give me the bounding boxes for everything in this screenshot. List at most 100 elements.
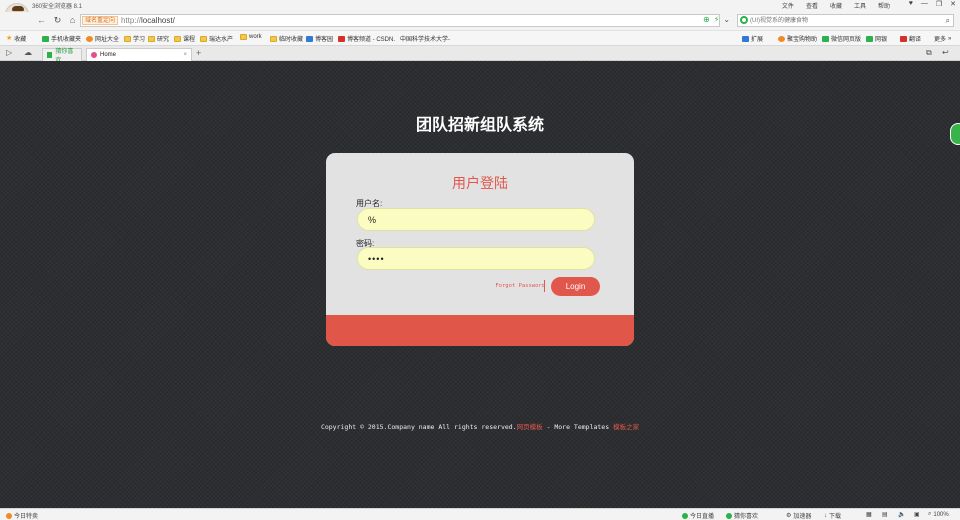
globe-icon <box>86 35 93 42</box>
deals-icon <box>6 512 12 519</box>
status-tool-3-icon[interactable]: ▣ <box>914 511 920 518</box>
bookmark-bank[interactable]: 网银 <box>866 34 887 43</box>
minimize-icon[interactable]: — <box>921 0 928 8</box>
url-text[interactable]: http://localhost/ <box>121 16 175 25</box>
template-link[interactable]: 网页模板 <box>517 423 543 431</box>
tab-recommend[interactable]: 猜你喜欢 <box>42 48 82 64</box>
browser-title: 360安全浏览器 8.1 <box>32 4 83 10</box>
bookmark-cnblogs[interactable]: 博客园 <box>306 34 333 43</box>
forgot-password-link[interactable]: Forgot Password <box>495 283 545 289</box>
url-scheme: http:// <box>121 16 142 25</box>
tab-bar: ▷ ☁ 猜你喜欢 Home × + ⧉ ↩ <box>0 45 960 64</box>
zoom-icon: ⌕ <box>928 511 932 517</box>
status-live[interactable]: 今日直播 <box>682 511 714 520</box>
url-host: localhost/ <box>141 16 175 25</box>
bookmark-courses[interactable]: 课程 <box>174 34 195 43</box>
menu-tools[interactable]: 工具 <box>854 1 866 10</box>
tab-close-icon[interactable]: × <box>183 52 187 58</box>
status-accelerator[interactable]: ⚙ 加速器 <box>786 511 811 520</box>
copyright: Copyright © 2015.Company name All rights… <box>0 421 960 431</box>
username-field[interactable] <box>357 208 595 231</box>
tab-home[interactable]: Home × <box>86 48 192 61</box>
bookmark-csdn[interactable]: 博客频道 - CSDN. <box>338 34 395 43</box>
refresh-icon[interactable]: ↻ <box>52 15 63 26</box>
search-icon[interactable]: ⌕ <box>946 16 950 26</box>
back-arrow-icon[interactable]: ← <box>36 15 47 26</box>
status-tool-2-icon[interactable]: ▤ <box>882 511 888 518</box>
bookmark-study[interactable]: 学习 <box>124 34 145 43</box>
bookmark-wechat[interactable]: 微信网页版 <box>822 34 861 43</box>
folder-icon <box>200 35 207 42</box>
shop-icon <box>778 35 785 42</box>
copyright-mid: - More Templates <box>542 423 614 431</box>
status-recommend[interactable]: 猜你喜欢 <box>726 511 758 520</box>
login-card: 用户登陆 用户名: 密码: Forgot Password Login <box>326 153 634 346</box>
page-title: 团队招新组队系统 <box>415 115 544 134</box>
accelerator-icon: ⚙ <box>786 513 792 519</box>
window-controls: ♥ — ❐ ✕ <box>909 0 956 8</box>
bookmark-ustc[interactable]: 中国科学技术大学- <box>400 34 450 101</box>
folder-icon <box>270 35 277 42</box>
status-download[interactable]: ↓ 下载 <box>824 511 841 520</box>
cloud-icon[interactable]: ☁ <box>24 48 32 57</box>
web-page: 团队招新组队系统 用户登陆 用户名: 密码: Forgot Password L… <box>0 61 960 508</box>
extension-icon <box>742 35 749 42</box>
template-home-link[interactable]: 模板之家 <box>613 423 639 431</box>
bookmark-temp[interactable]: 临时收藏 <box>270 34 303 43</box>
folder-icon <box>240 34 247 40</box>
bank-icon <box>866 35 873 42</box>
undo-close-icon[interactable]: ↩ <box>942 48 949 57</box>
sound-icon[interactable]: 🔈 <box>898 511 905 518</box>
folder-icon <box>174 35 181 42</box>
wechat-icon <box>822 35 829 42</box>
address-tools: ⊕ ⚡ ⌄ <box>703 15 730 24</box>
menu-favorites[interactable]: 收藏 <box>830 1 842 10</box>
sidebar-toggle-icon[interactable]: ▷ <box>6 48 12 57</box>
bookmark-mobile[interactable]: 手机收藏夹 <box>42 34 81 43</box>
status-bar: 今日特卖 今日直播 猜你喜欢 ⚙ 加速器 ↓ 下载 ▦ ▤ 🔈 ▣ ⌕ 100% <box>0 508 960 520</box>
login-heading: 用户登陆 <box>452 175 508 191</box>
menu-file[interactable]: 文件 <box>782 1 794 10</box>
chevron-down-icon[interactable]: ⌄ <box>723 15 730 24</box>
secure-plus-icon[interactable]: ⊕ <box>703 15 710 24</box>
blog-icon <box>306 35 313 42</box>
bookmarks-bar: ★ 收藏 手机收藏夹 网址大全 学习 研究 课程 瑞达水产 work 临时收藏 博… <box>0 30 960 101</box>
close-icon[interactable]: ✕ <box>950 0 956 8</box>
status-tool-1-icon[interactable]: ▦ <box>866 511 872 518</box>
zoom-level[interactable]: ⌕ 100% <box>928 511 949 518</box>
menu-help[interactable]: 帮助 <box>878 1 890 10</box>
more-icon: » <box>948 35 952 42</box>
bookmark-translate[interactable]: 翻译 <box>900 34 921 43</box>
floating-widget-icon[interactable] <box>950 123 960 145</box>
phone-icon <box>42 35 49 42</box>
bookmark-shopping[interactable]: 聚宝购物助 <box>778 34 817 43</box>
bookmark-extensions[interactable]: 扩展 <box>742 34 763 43</box>
bookmark-sites[interactable]: 网址大全 <box>86 34 119 43</box>
folder-icon <box>148 35 155 42</box>
menu-view[interactable]: 查看 <box>806 1 818 10</box>
bookmark-ruida[interactable]: 瑞达水产 <box>200 34 233 43</box>
folder-icon <box>124 35 131 42</box>
translate-icon <box>900 35 907 42</box>
status-daily-deals[interactable]: 今日特卖 <box>6 511 38 520</box>
home-icon[interactable]: ⌂ <box>67 15 78 26</box>
star-icon: ★ <box>6 34 13 42</box>
bookmark-work[interactable]: work <box>240 34 262 40</box>
skin-icon[interactable]: ♥ <box>909 0 913 8</box>
search-box[interactable]: ⌕ <box>737 14 954 27</box>
search-input[interactable] <box>750 16 935 26</box>
tab-list-icon[interactable]: ⧉ <box>926 48 932 58</box>
password-field[interactable] <box>357 247 595 270</box>
login-button[interactable]: Login <box>551 277 600 296</box>
new-tab-icon[interactable]: + <box>196 48 201 58</box>
bookmark-more[interactable]: 更多» <box>934 34 952 44</box>
redirect-tag[interactable]: 域名重定向 <box>82 16 119 25</box>
search-engine-icon[interactable] <box>740 16 748 24</box>
maximize-icon[interactable]: ❐ <box>936 0 942 8</box>
lightning-icon[interactable]: ⚡ <box>714 15 720 24</box>
bookmark-research[interactable]: 研究 <box>148 34 169 43</box>
address-bar[interactable]: 域名重定向 http://localhost/ <box>80 14 720 27</box>
page-favicon-icon <box>91 52 97 58</box>
menu-bar: 文件 查看 收藏 工具 帮助 <box>782 1 890 10</box>
bookmark-favorites[interactable]: ★ 收藏 <box>6 34 26 44</box>
